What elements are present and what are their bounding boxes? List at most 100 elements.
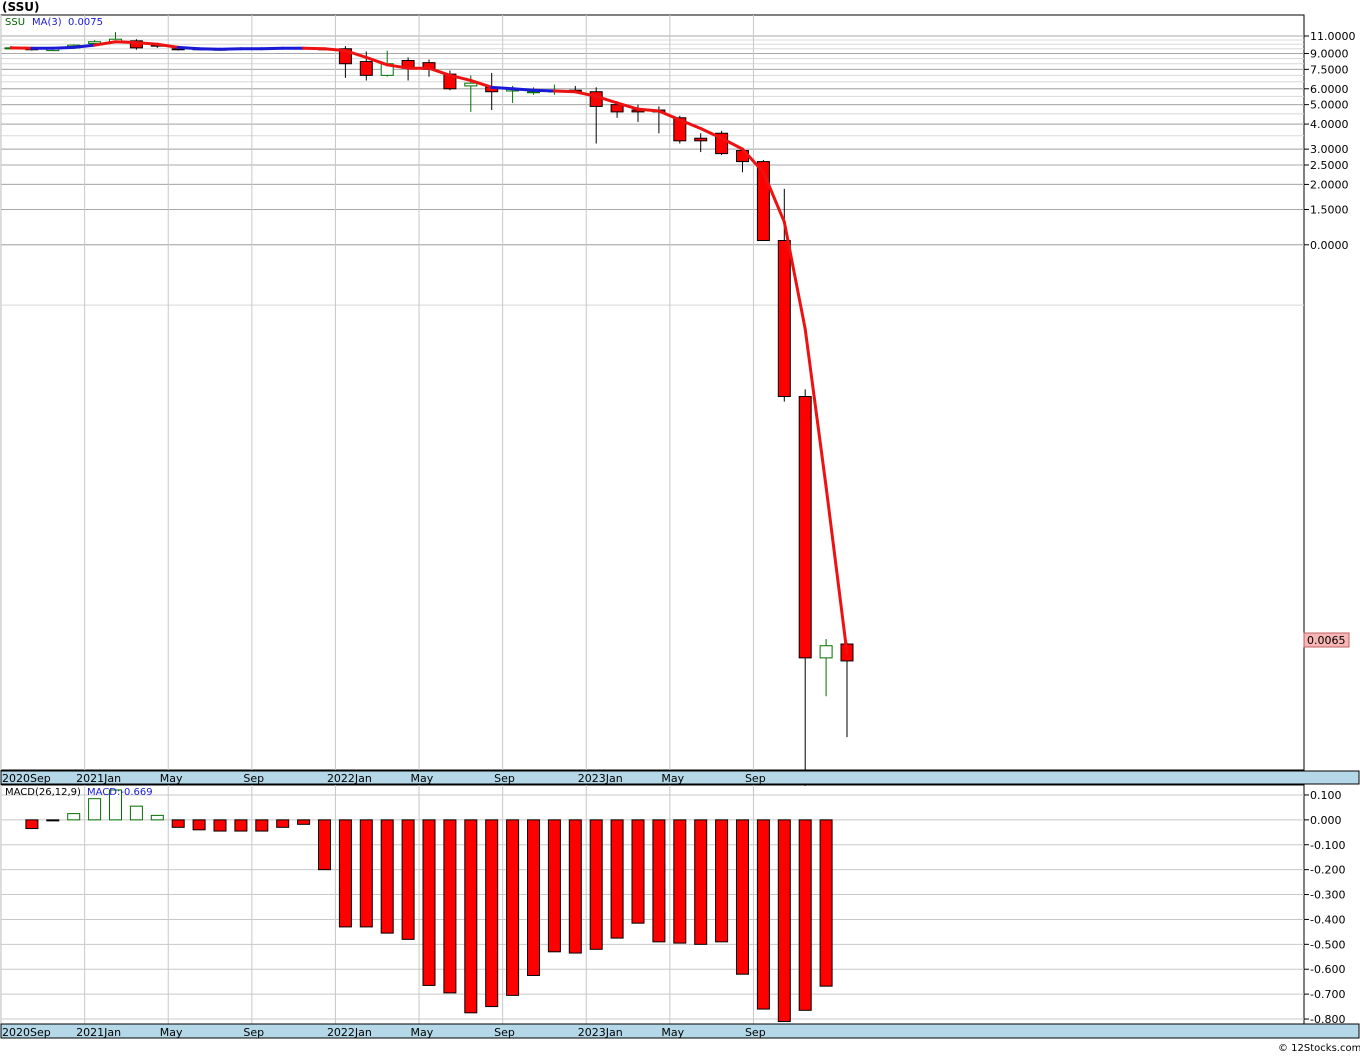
- candle-body: [819, 645, 833, 659]
- macd-bar: [715, 819, 729, 943]
- macd-bar: [422, 819, 436, 986]
- macd-y-tick-label: -0.400: [1310, 913, 1345, 926]
- date-axis-label: 2021Jan: [76, 772, 121, 785]
- macd-bar: [129, 805, 143, 821]
- macd-bar: [443, 819, 457, 994]
- stock-chart: 11.0000 9.0000 7.5000 6.0000 5.0000 4.0000 3.0…: [0, 0, 1360, 1056]
- macd-value-label: MACD:-0.669: [87, 787, 153, 798]
- price-y-tick-label: 11.0000: [1310, 30, 1356, 43]
- candle-body: [694, 137, 708, 142]
- macd-bar: [819, 819, 833, 987]
- macd-bar: [736, 819, 749, 975]
- macd-bar: [150, 814, 164, 821]
- ma-value: 0.0075: [68, 17, 103, 28]
- price-y-tick-label: 4.0000: [1310, 118, 1349, 131]
- price-y-tick-label: 7.5000: [1310, 63, 1349, 76]
- price-y-tick-label: 0.0000: [1310, 239, 1349, 252]
- candle-body: [777, 240, 791, 398]
- date-axis-label: May: [661, 772, 684, 785]
- price-y-tick-label: 5.0000: [1310, 99, 1349, 112]
- macd-y-tick-label: -0.500: [1310, 938, 1345, 951]
- price-y-tick-label: 2.5000: [1310, 159, 1349, 172]
- macd-bar: [798, 819, 812, 1011]
- macd-bar: [401, 819, 415, 940]
- macd-y-tick-label: -0.300: [1310, 889, 1345, 902]
- macd-bar: [380, 819, 394, 934]
- macd-bar: [589, 819, 603, 950]
- macd-bar: [67, 813, 81, 821]
- macd-bar: [255, 819, 269, 832]
- macd-bar: [234, 819, 248, 832]
- date-axis-label: 2022Jan: [327, 772, 372, 785]
- date-axis-label: 2022Jan: [327, 1026, 372, 1039]
- price-y-tick-label: 1.5000: [1310, 203, 1349, 216]
- macd-bar: [213, 819, 227, 832]
- date-axis-label: Sep: [494, 772, 515, 785]
- date-axis-label: May: [411, 1026, 434, 1039]
- macd-bar: [568, 819, 582, 954]
- macd-y-tick-label: 0.100: [1310, 789, 1342, 802]
- price-y-tick-label: 6.0000: [1310, 83, 1349, 96]
- macd-bar: [88, 798, 102, 821]
- macd-y-tick-label: -0.700: [1310, 988, 1345, 1001]
- candle-body: [359, 61, 373, 76]
- date-axis-label: 2021Jan: [76, 1026, 121, 1039]
- chart-title: (SSU): [2, 0, 39, 14]
- symbol-label: SSU: [5, 17, 25, 28]
- macd-bar: [485, 819, 499, 1008]
- date-axis-label: Sep: [745, 772, 766, 785]
- macd-params-label: MACD(26,12,9): [5, 787, 81, 798]
- date-axis-label: 2023Jan: [578, 772, 623, 785]
- date-axis-label: Sep: [745, 1026, 766, 1039]
- date-axis-label: 2020Sep: [2, 772, 51, 785]
- macd-bar: [631, 819, 645, 924]
- ma-line-segment: [636, 107, 661, 113]
- macd-bar: [527, 819, 540, 976]
- macd-bar: [318, 819, 331, 871]
- macd-bar: [464, 819, 478, 1014]
- ma-line-segment: [323, 47, 347, 53]
- macd-bar: [694, 819, 708, 945]
- ma-line-segment: [176, 45, 201, 51]
- macd-y-tick-label: -0.600: [1310, 963, 1345, 976]
- macd-bar: [46, 819, 60, 822]
- ma-line-segment: [114, 40, 138, 45]
- macd-bar: [192, 819, 206, 831]
- macd-y-tick-label: 0.000: [1310, 814, 1342, 827]
- macd-y-tick-label: -0.100: [1310, 839, 1345, 852]
- price-y-tick-label: 3.0000: [1310, 143, 1349, 156]
- candle-body: [798, 396, 812, 659]
- ma-line-segment: [134, 41, 159, 46]
- date-axis-label: May: [160, 1026, 183, 1039]
- date-axis-label: May: [661, 1026, 684, 1039]
- macd-bar: [673, 819, 687, 944]
- ma-line-segment: [532, 88, 556, 93]
- candle-body: [610, 104, 624, 113]
- price-y-tick-label: 2.0000: [1310, 178, 1349, 191]
- macd-bar: [652, 819, 666, 943]
- date-axis-label: Sep: [243, 772, 264, 785]
- macd-bar: [547, 819, 561, 953]
- date-axis-label: 2023Jan: [578, 1026, 623, 1039]
- macd-y-tick-label: -0.800: [1310, 1013, 1345, 1026]
- date-axis-label: Sep: [494, 1026, 515, 1039]
- candle-body: [464, 82, 478, 87]
- macd-y-tick-label: -0.200: [1310, 864, 1345, 877]
- macd-bar: [777, 819, 791, 1023]
- date-axis-label: Sep: [243, 1026, 264, 1039]
- ma-line-segment: [552, 89, 577, 94]
- macd-bar: [338, 819, 352, 928]
- ma-line-segment: [490, 85, 515, 91]
- ma-line-segment: [51, 45, 76, 50]
- ma-label: MA(3): [32, 17, 62, 28]
- footer-copyright: © 12Stocks.com: [1278, 1043, 1360, 1054]
- macd-bar: [297, 819, 311, 825]
- date-axis-label: 2020Sep: [2, 1026, 51, 1039]
- date-axis-label: May: [411, 772, 434, 785]
- price-y-tick-label: 9.0000: [1310, 47, 1349, 60]
- last-price-label: 0.0065: [1307, 634, 1346, 647]
- macd-bar: [506, 819, 520, 996]
- ma-line-segment: [511, 87, 535, 92]
- macd-bar: [276, 819, 290, 828]
- macd-bar: [756, 819, 770, 1010]
